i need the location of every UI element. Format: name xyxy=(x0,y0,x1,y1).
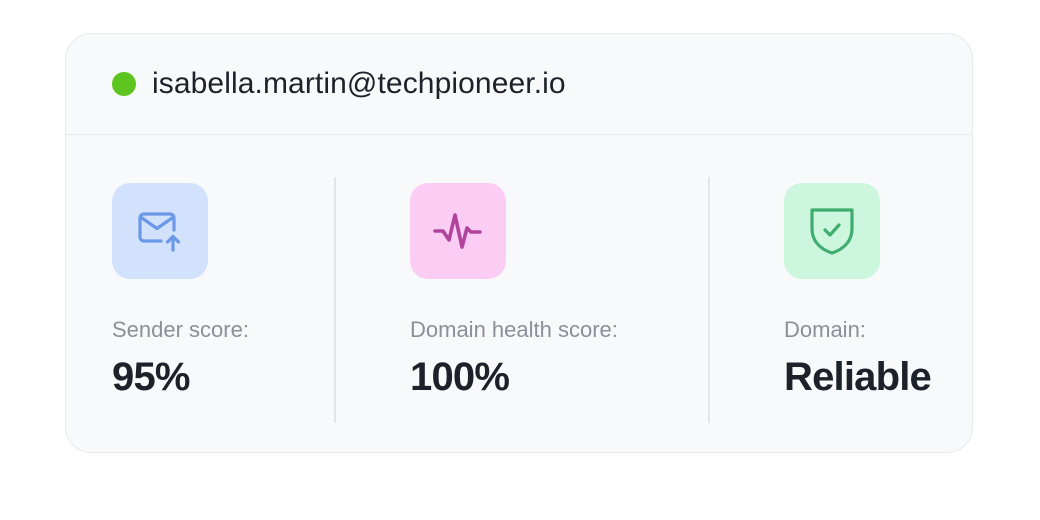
metric-domain-health: Domain health score: 100% xyxy=(410,183,618,400)
sender-score-icon-tile xyxy=(112,183,208,279)
activity-pulse-icon xyxy=(433,213,482,249)
domain-status-value: Reliable xyxy=(784,355,932,399)
domain-status-icon-tile xyxy=(784,183,880,279)
metric-sender-score: Sender score: 95% xyxy=(112,183,249,400)
email-health-card: isabella.martin@techpioneer.io Sender sc… xyxy=(65,33,973,453)
domain-health-icon-tile xyxy=(410,183,506,279)
domain-health-value: 100% xyxy=(410,355,510,399)
metric-domain-status: Domain: Reliable xyxy=(784,183,932,400)
mail-upload-icon xyxy=(138,212,181,252)
metrics-row: Sender score: 95% Domain health score: 1… xyxy=(66,135,972,453)
sender-score-label: Sender score: xyxy=(112,317,249,342)
domain-status-label: Domain: xyxy=(784,317,866,342)
card-header: isabella.martin@techpioneer.io xyxy=(66,34,972,135)
metric-divider xyxy=(708,177,710,423)
sender-score-value: 95% xyxy=(112,355,190,399)
metric-divider xyxy=(334,177,336,423)
account-email: isabella.martin@techpioneer.io xyxy=(152,67,566,100)
status-indicator xyxy=(112,72,136,96)
domain-health-label: Domain health score: xyxy=(410,317,618,342)
shield-check-icon xyxy=(810,208,854,255)
